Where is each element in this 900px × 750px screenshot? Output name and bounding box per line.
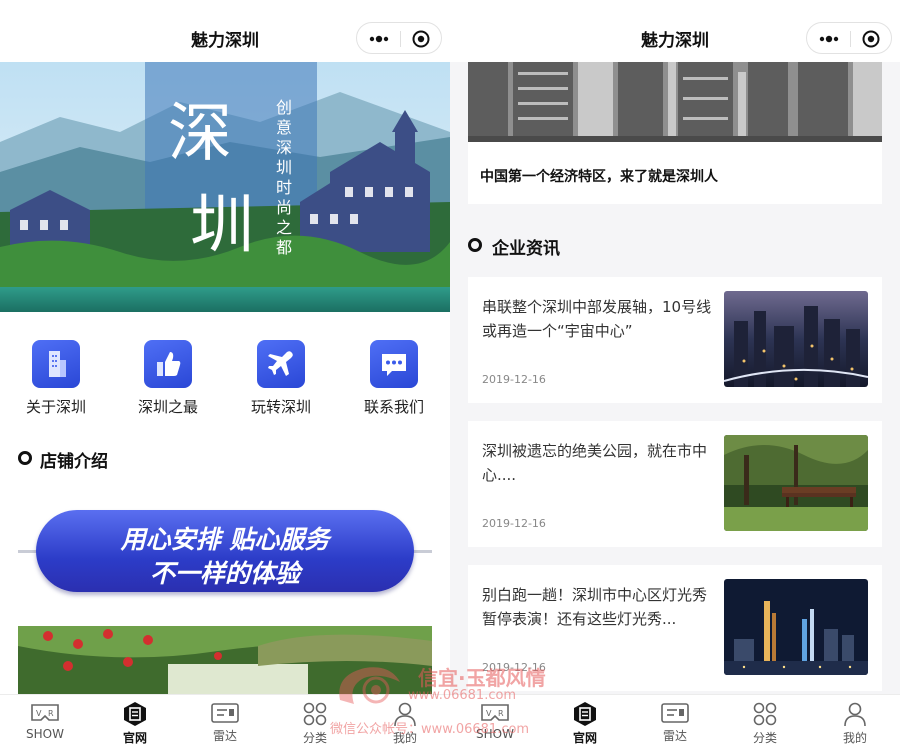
close-miniprogram-button[interactable] [400,23,443,55]
news-thumbnail [724,435,868,531]
tab-label-official-site: 官网 [122,731,147,745]
tab-label-mine: 我的 [392,731,417,745]
nav-item-explore[interactable]: 玩转深圳 [225,340,337,420]
more-dots-icon [369,35,389,43]
news-item[interactable]: 串联整个深圳中部发展轴，10号线或再造一个“宇宙中心” 2019-12-16 [468,277,882,403]
tab-label-category: 分类 [752,731,777,745]
banner-big-char-1: 深 [168,97,232,171]
city-skyline-image [468,62,882,142]
store-intro-card[interactable]: 用心安排 贴心服务 不一样的体验 [18,490,432,695]
news-thumbnail [724,579,868,675]
svg-text:V: V [36,709,42,718]
news-title: 别白跑一趟！深圳市中心区灯光秀暂停表演！还有这些灯光秀... [482,586,708,628]
tab-label-category: 分类 [302,731,327,745]
section-title-news: 企业资讯 [492,239,560,259]
tab-mine[interactable]: 我的 [360,695,450,750]
miniprogram-capsule [806,22,892,54]
news-thumbnail [724,291,868,387]
nav-label-about: 关于深圳 [25,398,86,416]
tab-radar[interactable]: 雷达 [630,695,720,750]
tab-show[interactable]: VR SHOW [450,695,540,750]
tab-label-radar: 雷达 [212,729,237,743]
news-title: 深圳被遗忘的绝美公园，就在市中心.... [482,442,708,484]
more-menu-button[interactable] [807,23,850,55]
vr-icon: VR [31,704,59,721]
nav-header: 魅力深圳 [450,0,900,62]
nav-header: 魅力深圳 [0,0,450,62]
close-miniprogram-button[interactable] [850,23,893,55]
radar-card-icon [661,703,689,723]
section-bullet-icon [468,238,482,252]
city-caption: 中国第一个经济特区，来了就是深圳人 [480,169,718,185]
news-date: 2019-12-16 [482,373,546,386]
tab-category[interactable]: 分类 [720,695,810,750]
news-date: 2019-12-16 [482,661,546,674]
category-grid-icon [753,702,777,726]
hero-banner[interactable]: 深 圳 创意深圳 时尚之都 [0,62,450,312]
news-title: 串联整个深圳中部发展轴，10号线或再造一个“宇宙中心” [482,298,712,340]
garden-photo [18,626,432,695]
nav-item-best[interactable]: 深圳之最 [112,340,224,420]
airplane-icon [257,340,305,388]
tab-category[interactable]: 分类 [270,695,360,750]
bottom-tabbar: VR SHOW 官网 雷达 分类 我的 [450,694,900,750]
bottom-tabbar: VR SHOW 官网 雷达 分类 我的 [0,694,450,750]
user-icon [844,702,866,727]
category-grid-icon [303,702,327,726]
left-phone-screen: 魅力深圳 深 圳 创意深圳 时尚之都 关于深圳 深圳之最 玩转深圳 联系我们 店… [0,0,450,750]
tab-official-site[interactable]: 官网 [90,695,180,750]
news-item[interactable]: 别白跑一趟！深圳市中心区灯光秀暂停表演！还有这些灯光秀... 2019-12-1… [468,565,882,691]
svg-text:V: V [486,709,492,718]
promo-line-1: 用心安排 贴心服务 [120,525,330,554]
banner-big-char-2: 圳 [190,189,254,263]
tab-show[interactable]: VR SHOW [0,695,90,750]
section-bullet-icon [18,451,32,465]
news-date: 2019-12-16 [482,517,546,530]
tab-mine[interactable]: 我的 [810,695,900,750]
user-icon [394,702,416,727]
svg-text:R: R [48,709,54,718]
banner-slogan-1: 创意深圳 [276,98,293,177]
nav-item-about[interactable]: 关于深圳 [0,340,112,420]
tab-radar[interactable]: 雷达 [180,695,270,750]
tab-official-site[interactable]: 官网 [540,695,630,750]
more-menu-button[interactable] [357,23,400,55]
official-site-icon [124,702,146,726]
building-icon [32,340,80,388]
more-dots-icon [819,35,839,43]
vr-icon: VR [481,704,509,721]
tab-label-mine: 我的 [842,731,867,745]
thumbs-up-icon [144,340,192,388]
target-close-icon [862,30,880,48]
feature-nav-grid: 关于深圳 深圳之最 玩转深圳 联系我们 [0,340,450,420]
tab-label-show: SHOW [26,727,64,741]
miniprogram-capsule [356,22,442,54]
tab-label-official-site: 官网 [572,731,597,745]
official-site-icon [574,702,596,726]
promo-banner: 用心安排 贴心服务 不一样的体验 [36,510,414,592]
promo-line-2: 不一样的体验 [149,559,300,588]
svg-text:R: R [498,709,504,718]
nav-label-best: 深圳之最 [137,398,198,416]
chat-icon [370,340,418,388]
radar-card-icon [211,703,239,723]
tab-label-show: SHOW [476,727,514,741]
nav-label-contact: 联系我们 [363,398,424,416]
banner-slogan-2: 时尚之都 [276,178,293,257]
nav-item-contact[interactable]: 联系我们 [338,340,450,420]
news-item[interactable]: 深圳被遗忘的绝美公园，就在市中心.... 2019-12-16 [468,421,882,547]
nav-label-explore: 玩转深圳 [250,398,311,416]
target-close-icon [412,30,430,48]
city-feature-card[interactable]: 中国第一个经济特区，来了就是深圳人 [468,62,882,204]
section-title-store: 店铺介绍 [40,452,108,472]
right-phone-screen: 魅力深圳 中国第一个经济特区，来了就是深圳人 企业资讯 串联整个深圳中部发展轴，… [450,0,900,750]
tab-label-radar: 雷达 [662,729,687,743]
